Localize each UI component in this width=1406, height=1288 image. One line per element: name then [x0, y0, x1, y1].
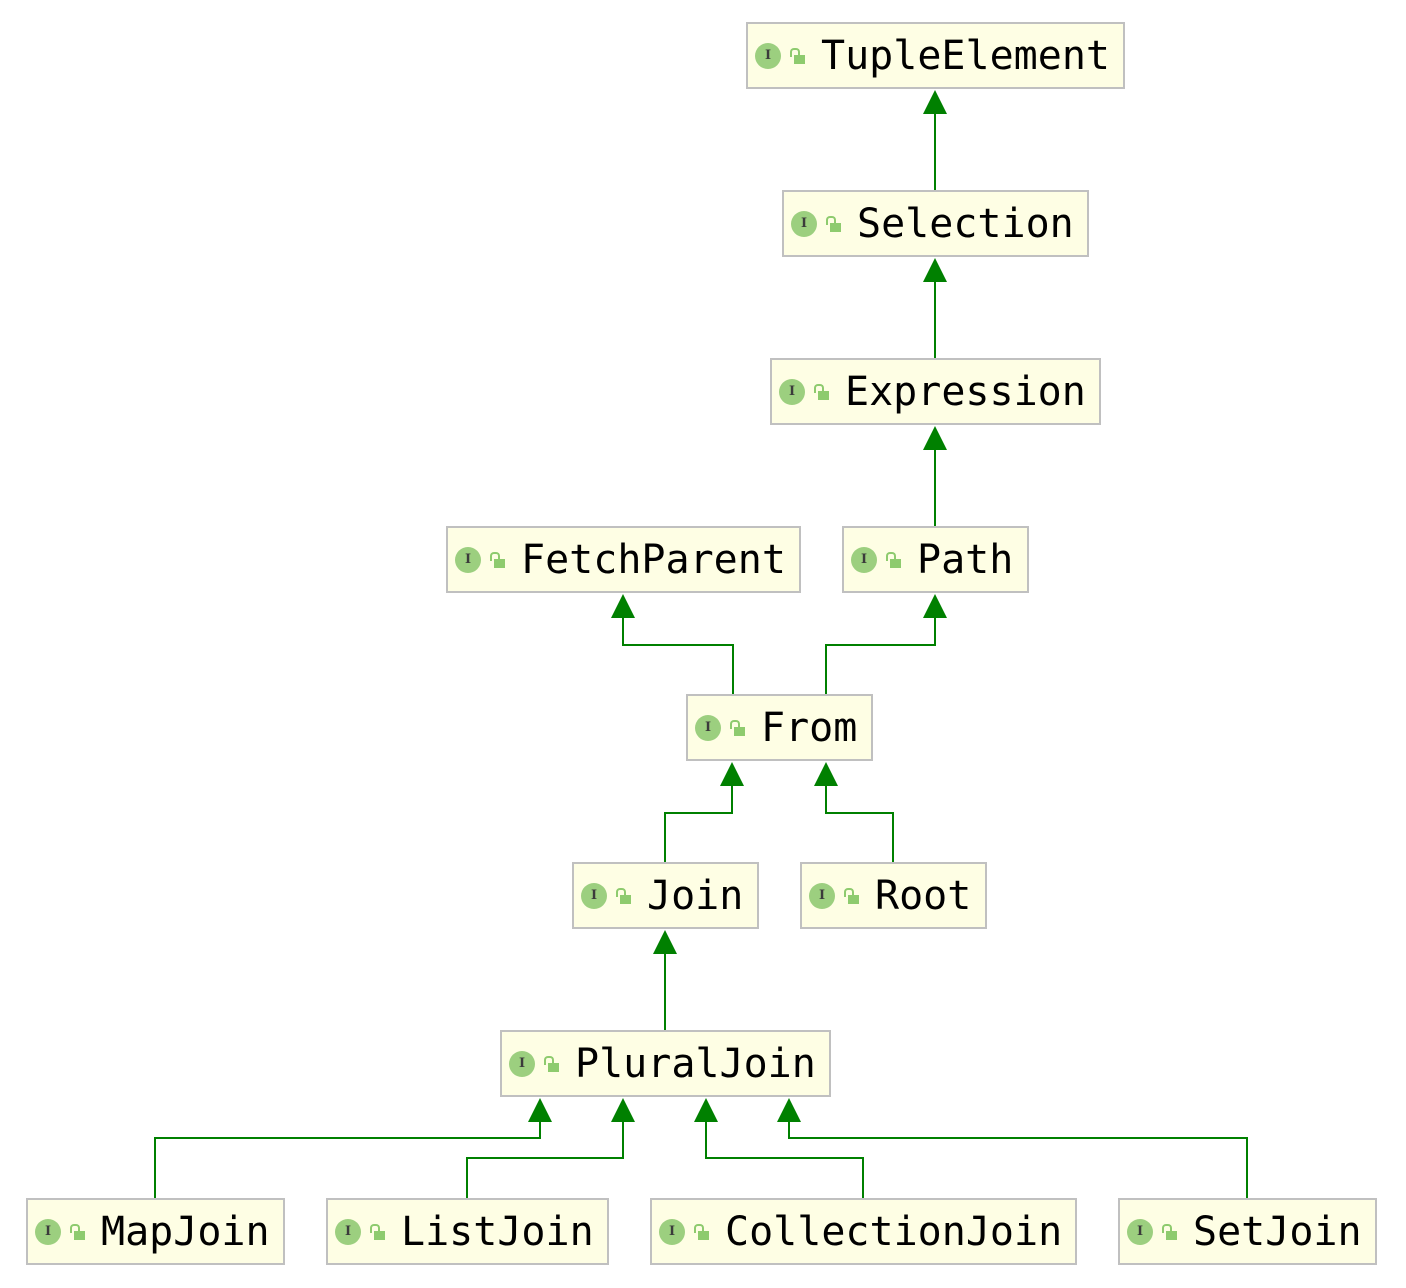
- edge-line: [705, 1120, 864, 1198]
- interface-icon: I: [809, 882, 835, 909]
- node-pluraljoin[interactable]: I PluralJoin: [500, 1030, 831, 1097]
- arrowhead-icon: [814, 762, 838, 786]
- interface-icon: I: [755, 42, 781, 69]
- node-label: CollectionJoin: [725, 1208, 1063, 1255]
- node-label: FetchParent: [521, 536, 786, 583]
- arrowhead-icon: [777, 1098, 801, 1122]
- edge-root-to-from: [814, 762, 894, 862]
- edge-mapjoin-to-pluraljoin: [154, 1098, 552, 1198]
- edge-expression-to-selection: [923, 258, 947, 358]
- node-label: PluralJoin: [575, 1040, 816, 1087]
- arrowhead-icon: [528, 1098, 552, 1122]
- edge-setjoin-to-pluraljoin: [777, 1098, 1248, 1198]
- interface-icon: I: [779, 378, 805, 405]
- edge-line: [825, 784, 894, 862]
- edge-line: [466, 1120, 624, 1198]
- node-label: Join: [647, 872, 744, 919]
- arrowhead-icon: [923, 594, 947, 618]
- edge-line: [825, 616, 936, 694]
- node-label: Selection: [857, 200, 1074, 247]
- interface-icon: I: [35, 1218, 61, 1245]
- arrowhead-icon: [653, 930, 677, 954]
- public-lock-icon: [729, 718, 747, 738]
- public-lock-icon: [543, 1054, 561, 1074]
- node-label: ListJoin: [401, 1208, 594, 1255]
- public-lock-icon: [69, 1222, 87, 1242]
- edge-from-to-path: [825, 594, 947, 694]
- edge-collectionjoin-to-pluraljoin: [694, 1098, 864, 1198]
- diagram-canvas: I TupleElement I Selection I Expression …: [0, 0, 1406, 1288]
- node-path[interactable]: I Path: [842, 526, 1029, 593]
- edge-from-to-fetchparent: [611, 594, 734, 694]
- public-lock-icon: [885, 550, 903, 570]
- interface-icon: I: [659, 1218, 685, 1245]
- node-fetchparent[interactable]: I FetchParent: [446, 526, 801, 593]
- node-expression[interactable]: I Expression: [770, 358, 1101, 425]
- node-join[interactable]: I Join: [572, 862, 759, 929]
- arrowhead-icon: [923, 426, 947, 450]
- public-lock-icon: [843, 886, 861, 906]
- public-lock-icon: [789, 46, 807, 66]
- edge-path-to-expression: [923, 426, 947, 526]
- interface-icon: I: [791, 210, 817, 237]
- public-lock-icon: [825, 214, 843, 234]
- interface-icon: I: [1127, 1218, 1153, 1245]
- node-label: Expression: [845, 368, 1086, 415]
- edge-join-to-from: [664, 762, 744, 862]
- public-lock-icon: [615, 886, 633, 906]
- edge-pluraljoin-to-join: [653, 930, 677, 1030]
- node-label: TupleElement: [821, 32, 1110, 79]
- node-from[interactable]: I From: [686, 694, 873, 761]
- node-label: Path: [917, 536, 1014, 583]
- interface-icon: I: [851, 546, 877, 573]
- edge-line: [622, 616, 734, 694]
- node-label: From: [761, 704, 858, 751]
- node-tupleelement[interactable]: I TupleElement: [746, 22, 1125, 89]
- node-mapjoin[interactable]: I MapJoin: [26, 1198, 285, 1265]
- public-lock-icon: [369, 1222, 387, 1242]
- arrowhead-icon: [611, 1098, 635, 1122]
- node-collectionjoin[interactable]: I CollectionJoin: [650, 1198, 1077, 1265]
- edge-listjoin-to-pluraljoin: [466, 1098, 635, 1198]
- interface-icon: I: [335, 1218, 361, 1245]
- node-selection[interactable]: I Selection: [782, 190, 1089, 257]
- arrowhead-icon: [694, 1098, 718, 1122]
- node-label: MapJoin: [101, 1208, 270, 1255]
- interface-icon: I: [581, 882, 607, 909]
- arrowhead-icon: [720, 762, 744, 786]
- public-lock-icon: [1161, 1222, 1179, 1242]
- node-setjoin[interactable]: I SetJoin: [1118, 1198, 1377, 1265]
- interface-icon: I: [455, 546, 481, 573]
- public-lock-icon: [489, 550, 507, 570]
- interface-icon: I: [509, 1050, 535, 1077]
- arrowhead-icon: [611, 594, 635, 618]
- interface-icon: I: [695, 714, 721, 741]
- node-listjoin[interactable]: I ListJoin: [326, 1198, 609, 1265]
- arrowhead-icon: [923, 258, 947, 282]
- arrowhead-icon: [923, 90, 947, 114]
- public-lock-icon: [813, 382, 831, 402]
- node-root[interactable]: I Root: [800, 862, 987, 929]
- node-label: Root: [875, 872, 972, 919]
- edge-line: [664, 784, 733, 862]
- edge-selection-to-tupleelement: [923, 90, 947, 190]
- public-lock-icon: [693, 1222, 711, 1242]
- node-label: SetJoin: [1193, 1208, 1362, 1255]
